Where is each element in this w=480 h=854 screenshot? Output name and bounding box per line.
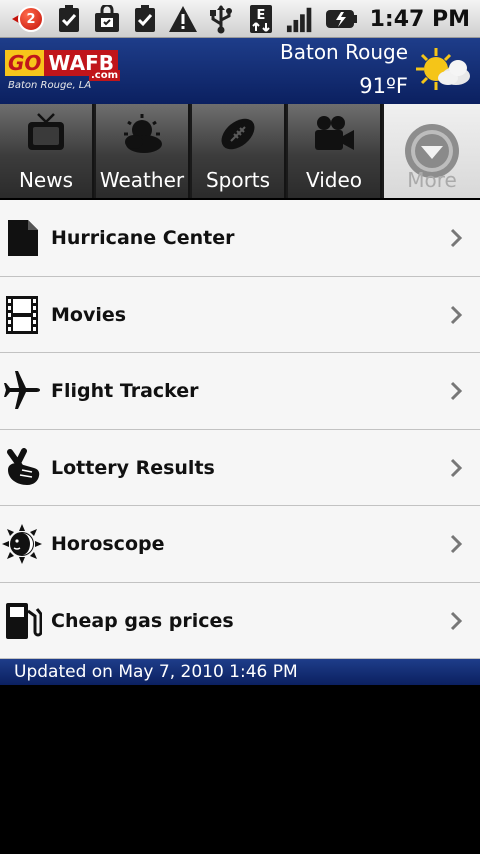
- menu-item-label: Cheap gas prices: [51, 609, 234, 632]
- menu-item-label: Flight Tracker: [51, 380, 199, 402]
- menu-item-flight-tracker[interactable]: Flight Tracker: [0, 353, 480, 430]
- menu-item-movies[interactable]: Movies: [0, 276, 480, 353]
- menu-item-label: Movies: [51, 303, 127, 326]
- tab-bar: News Weather Sports Video More: [0, 104, 480, 198]
- crossed-fingers-icon: [2, 447, 42, 488]
- status-bar-system: E 1:47 PM: [248, 2, 470, 36]
- status-bar-notifications[interactable]: 2: [12, 2, 236, 36]
- status-clock: 1:47 PM: [369, 6, 470, 32]
- battery-charging-icon: [324, 4, 358, 34]
- edge-data-icon: E: [248, 4, 278, 34]
- logo-com: .com: [89, 70, 121, 81]
- menu-item-label: Lottery Results: [51, 456, 215, 479]
- sun-moon-icon: [2, 524, 42, 564]
- menu-item-cheap-gas-prices[interactable]: Cheap gas prices: [0, 582, 480, 659]
- logo-city: Baton Rouge, LA: [8, 80, 92, 91]
- station-logo[interactable]: GO WAFB .com Baton Rouge, LA: [5, 50, 125, 92]
- tab-news-label: News: [18, 168, 74, 192]
- tab-weather-label: Weather: [99, 168, 185, 192]
- weather-temperature: 91ºF: [359, 74, 408, 98]
- tab-more-label: More: [407, 168, 457, 192]
- chevron-right-icon: [446, 458, 466, 478]
- film-icon: [2, 295, 42, 335]
- chevron-right-icon: [446, 228, 466, 248]
- tab-video[interactable]: Video: [288, 104, 382, 198]
- chevron-right-icon: [446, 381, 466, 401]
- weather-city: Baton Rouge: [280, 40, 408, 64]
- bag-icon: [92, 4, 122, 34]
- chevron-right-icon: [446, 611, 466, 631]
- football-icon: [216, 112, 260, 156]
- tab-news[interactable]: News: [0, 104, 94, 198]
- tab-sports[interactable]: Sports: [192, 104, 286, 198]
- tab-more[interactable]: More: [384, 104, 480, 198]
- notification-count: 2: [18, 6, 44, 32]
- logo-go: GO: [5, 50, 45, 76]
- last-updated-bar: Updated on May 7, 2010 1:46 PM: [0, 659, 480, 685]
- chevron-right-icon: [446, 534, 466, 554]
- empty-area: [0, 685, 480, 854]
- partly-cloudy-icon[interactable]: [414, 44, 472, 96]
- app-header: GO WAFB .com Baton Rouge, LA Baton Rouge…: [0, 38, 480, 104]
- warning-icon: [168, 4, 198, 34]
- weather-icon: [120, 112, 164, 156]
- gas-pump-icon: [2, 601, 43, 641]
- svg-text:E: E: [256, 8, 265, 23]
- tab-sports-label: Sports: [205, 168, 271, 192]
- menu-item-hurricane-center[interactable]: Hurricane Center: [0, 200, 480, 277]
- menu-item-label: Horoscope: [51, 533, 165, 555]
- document-icon: [2, 218, 42, 258]
- more-menu-list: Hurricane Center Movies Flight Tracker L…: [0, 200, 480, 659]
- screen: 2 E 1:47 PM GO WAFB .com Baton Rouge, LA…: [0, 0, 480, 854]
- usb-icon: [206, 4, 236, 34]
- chevron-right-icon: [446, 305, 466, 325]
- status-bar[interactable]: 2 E 1:47 PM: [0, 0, 480, 38]
- tab-weather[interactable]: Weather: [96, 104, 190, 198]
- menu-item-horoscope[interactable]: Horoscope: [0, 506, 480, 583]
- clipboard-check-icon: [54, 4, 84, 34]
- menu-item-label: Hurricane Center: [51, 227, 235, 249]
- menu-item-lottery-results[interactable]: Lottery Results: [0, 429, 480, 506]
- video-camera-icon: [312, 112, 356, 156]
- notification-count-badge[interactable]: 2: [12, 4, 46, 34]
- tab-video-label: Video: [305, 168, 363, 192]
- clipboard-check-icon: [130, 4, 160, 34]
- tv-icon: [24, 112, 68, 156]
- signal-icon: [286, 4, 316, 34]
- airplane-icon: [2, 371, 42, 411]
